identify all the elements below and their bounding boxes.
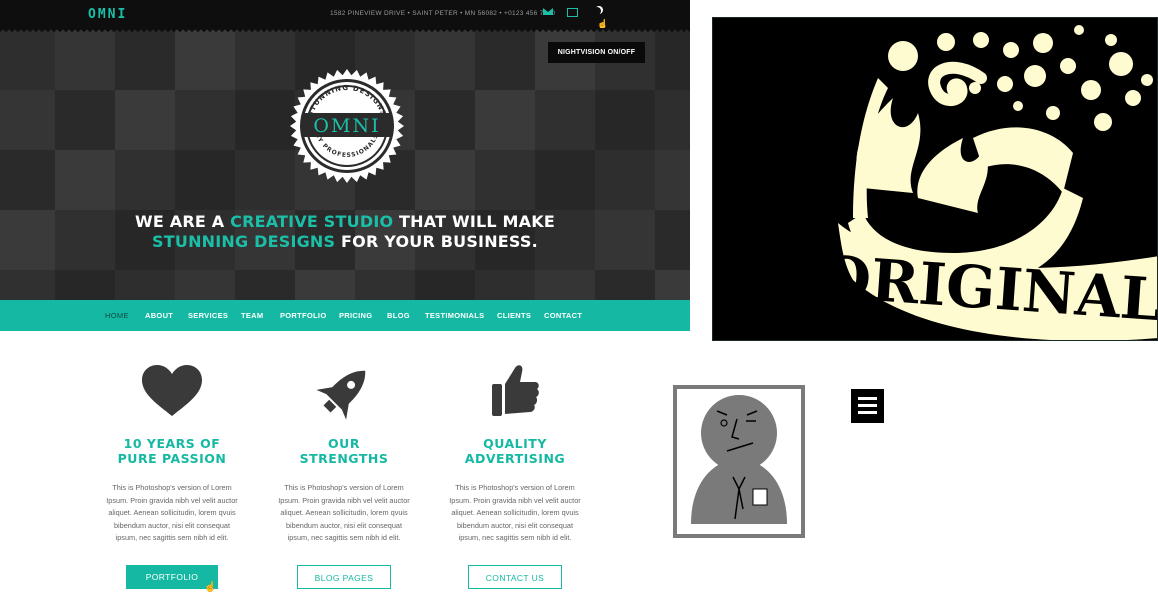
- nightvision-tooltip: NIGHTVISION ON/OFF: [548, 42, 645, 63]
- feature-advertising: QUALITY ADVERTISING This is Photoshop's v…: [440, 360, 590, 589]
- collage-tile: [55, 30, 117, 92]
- collage-tile: [175, 150, 237, 212]
- collage-tile: [235, 270, 297, 300]
- mail-icon[interactable]: [543, 8, 553, 15]
- hero-banner: STUNNING DESIGNS OMNI BY PROFESSIONALS W…: [0, 28, 690, 300]
- collage-tile: [175, 90, 237, 152]
- collage-tile: [415, 270, 477, 300]
- top-bar: OMNI 1582 PINEVIEW DRIVE • SAINT PETER •…: [0, 0, 690, 29]
- collage-tile: [535, 150, 597, 212]
- feature-title: OUR STRENGTHS: [299, 436, 389, 466]
- collage-tile: [355, 270, 417, 300]
- collage-tile: [175, 270, 237, 300]
- collage-tile: [655, 90, 690, 152]
- collage-tile: [55, 270, 117, 300]
- portfolio-button[interactable]: PORTFOLIO ☝: [126, 565, 218, 593]
- nav-blog[interactable]: BLOG: [387, 311, 410, 320]
- website-mockup: OMNI 1582 PINEVIEW DRIVE • SAINT PETER •…: [0, 0, 690, 601]
- nav-about[interactable]: ABOUT: [145, 311, 173, 320]
- feature-text: This is Photoshop's version of Lorem Ips…: [449, 483, 581, 542]
- brand-logo[interactable]: OMNI: [88, 7, 127, 22]
- collage-tile: [0, 270, 57, 300]
- collage-tile: [235, 30, 297, 92]
- collage-tile: [235, 90, 297, 152]
- nav-testimonials[interactable]: TESTIMONIALS: [425, 311, 484, 320]
- serrated-edge: [0, 28, 690, 34]
- collage-tile: [295, 270, 357, 300]
- thumbs-up-icon: [492, 365, 539, 416]
- avatar-sketch: [673, 385, 805, 538]
- collage-tile: [475, 30, 537, 92]
- collage-tile: [415, 90, 477, 152]
- nav-home[interactable]: HOME: [105, 311, 129, 320]
- collage-tile: [0, 30, 57, 92]
- collage-tile: [0, 90, 57, 152]
- collage-tile: [655, 150, 690, 212]
- moon-icon[interactable]: [593, 7, 601, 15]
- feature-strengths: OUR STRENGTHS This is Photoshop's version…: [269, 360, 419, 589]
- collage-tile: [595, 90, 657, 152]
- collage-tile: [115, 270, 177, 300]
- nav-team[interactable]: TEAM: [241, 311, 263, 320]
- collage-tile: [595, 150, 657, 212]
- collage-tile: [535, 270, 597, 300]
- feature-passion: 10 YEARS OF PURE PASSION This is Photosho…: [97, 360, 247, 593]
- feature-text: This is Photoshop's version of Lorem Ips…: [278, 483, 410, 542]
- collage-tile: [55, 90, 117, 152]
- collage-tile: [0, 150, 57, 212]
- hero-headline: WE ARE A CREATIVE STUDIO THAT WILL MAKE …: [135, 212, 555, 251]
- contact-address: 1582 PINEVIEW DRIVE • SAINT PETER • MN 5…: [330, 10, 556, 17]
- collage-tile: [175, 30, 237, 92]
- heart-icon: [142, 365, 202, 416]
- collage-tile: [55, 150, 117, 212]
- nav-contact[interactable]: CONTACT: [544, 311, 582, 320]
- collage-tile: [115, 90, 177, 152]
- hamburger-menu-icon[interactable]: [851, 389, 884, 423]
- collage-tile: [475, 270, 537, 300]
- contact-us-button[interactable]: CONTACT US: [468, 565, 562, 589]
- collage-tile: [415, 30, 477, 92]
- nav-clients[interactable]: CLIENTS: [497, 311, 531, 320]
- hand-cursor-icon: ☝: [204, 582, 217, 593]
- collage-tile: [115, 30, 177, 92]
- omni-badge-logo: STUNNING DESIGNS OMNI BY PROFESSIONALS: [290, 69, 404, 183]
- contact-card-icon[interactable]: [567, 8, 578, 17]
- collage-tile: [475, 90, 537, 152]
- collage-tile: [235, 150, 297, 212]
- nav-portfolio[interactable]: PORTFOLIO: [280, 311, 326, 320]
- collage-tile: [655, 30, 690, 92]
- main-nav: HOME ABOUT SERVICES TEAM PORTFOLIO PRICI…: [0, 300, 690, 331]
- original-tattoo-illustration: ORIGINAL I: [712, 17, 1158, 341]
- collage-tile: [115, 150, 177, 212]
- collage-tile: [535, 90, 597, 152]
- collage-tile: [595, 270, 657, 300]
- collage-tile: [415, 150, 477, 212]
- blog-pages-button[interactable]: BLOG PAGES: [297, 565, 391, 589]
- badge-center-text: OMNI: [313, 115, 380, 137]
- collage-tile: [475, 150, 537, 212]
- collage-tile: [655, 270, 690, 300]
- feature-title: QUALITY ADVERTISING: [464, 436, 566, 466]
- nav-pricing[interactable]: PRICING: [339, 311, 372, 320]
- nav-services[interactable]: SERVICES: [188, 311, 228, 320]
- rocket-icon: [316, 370, 366, 420]
- feature-title: 10 YEARS OF PURE PASSION: [117, 436, 227, 466]
- feature-text: This is Photoshop's version of Lorem Ips…: [106, 483, 238, 542]
